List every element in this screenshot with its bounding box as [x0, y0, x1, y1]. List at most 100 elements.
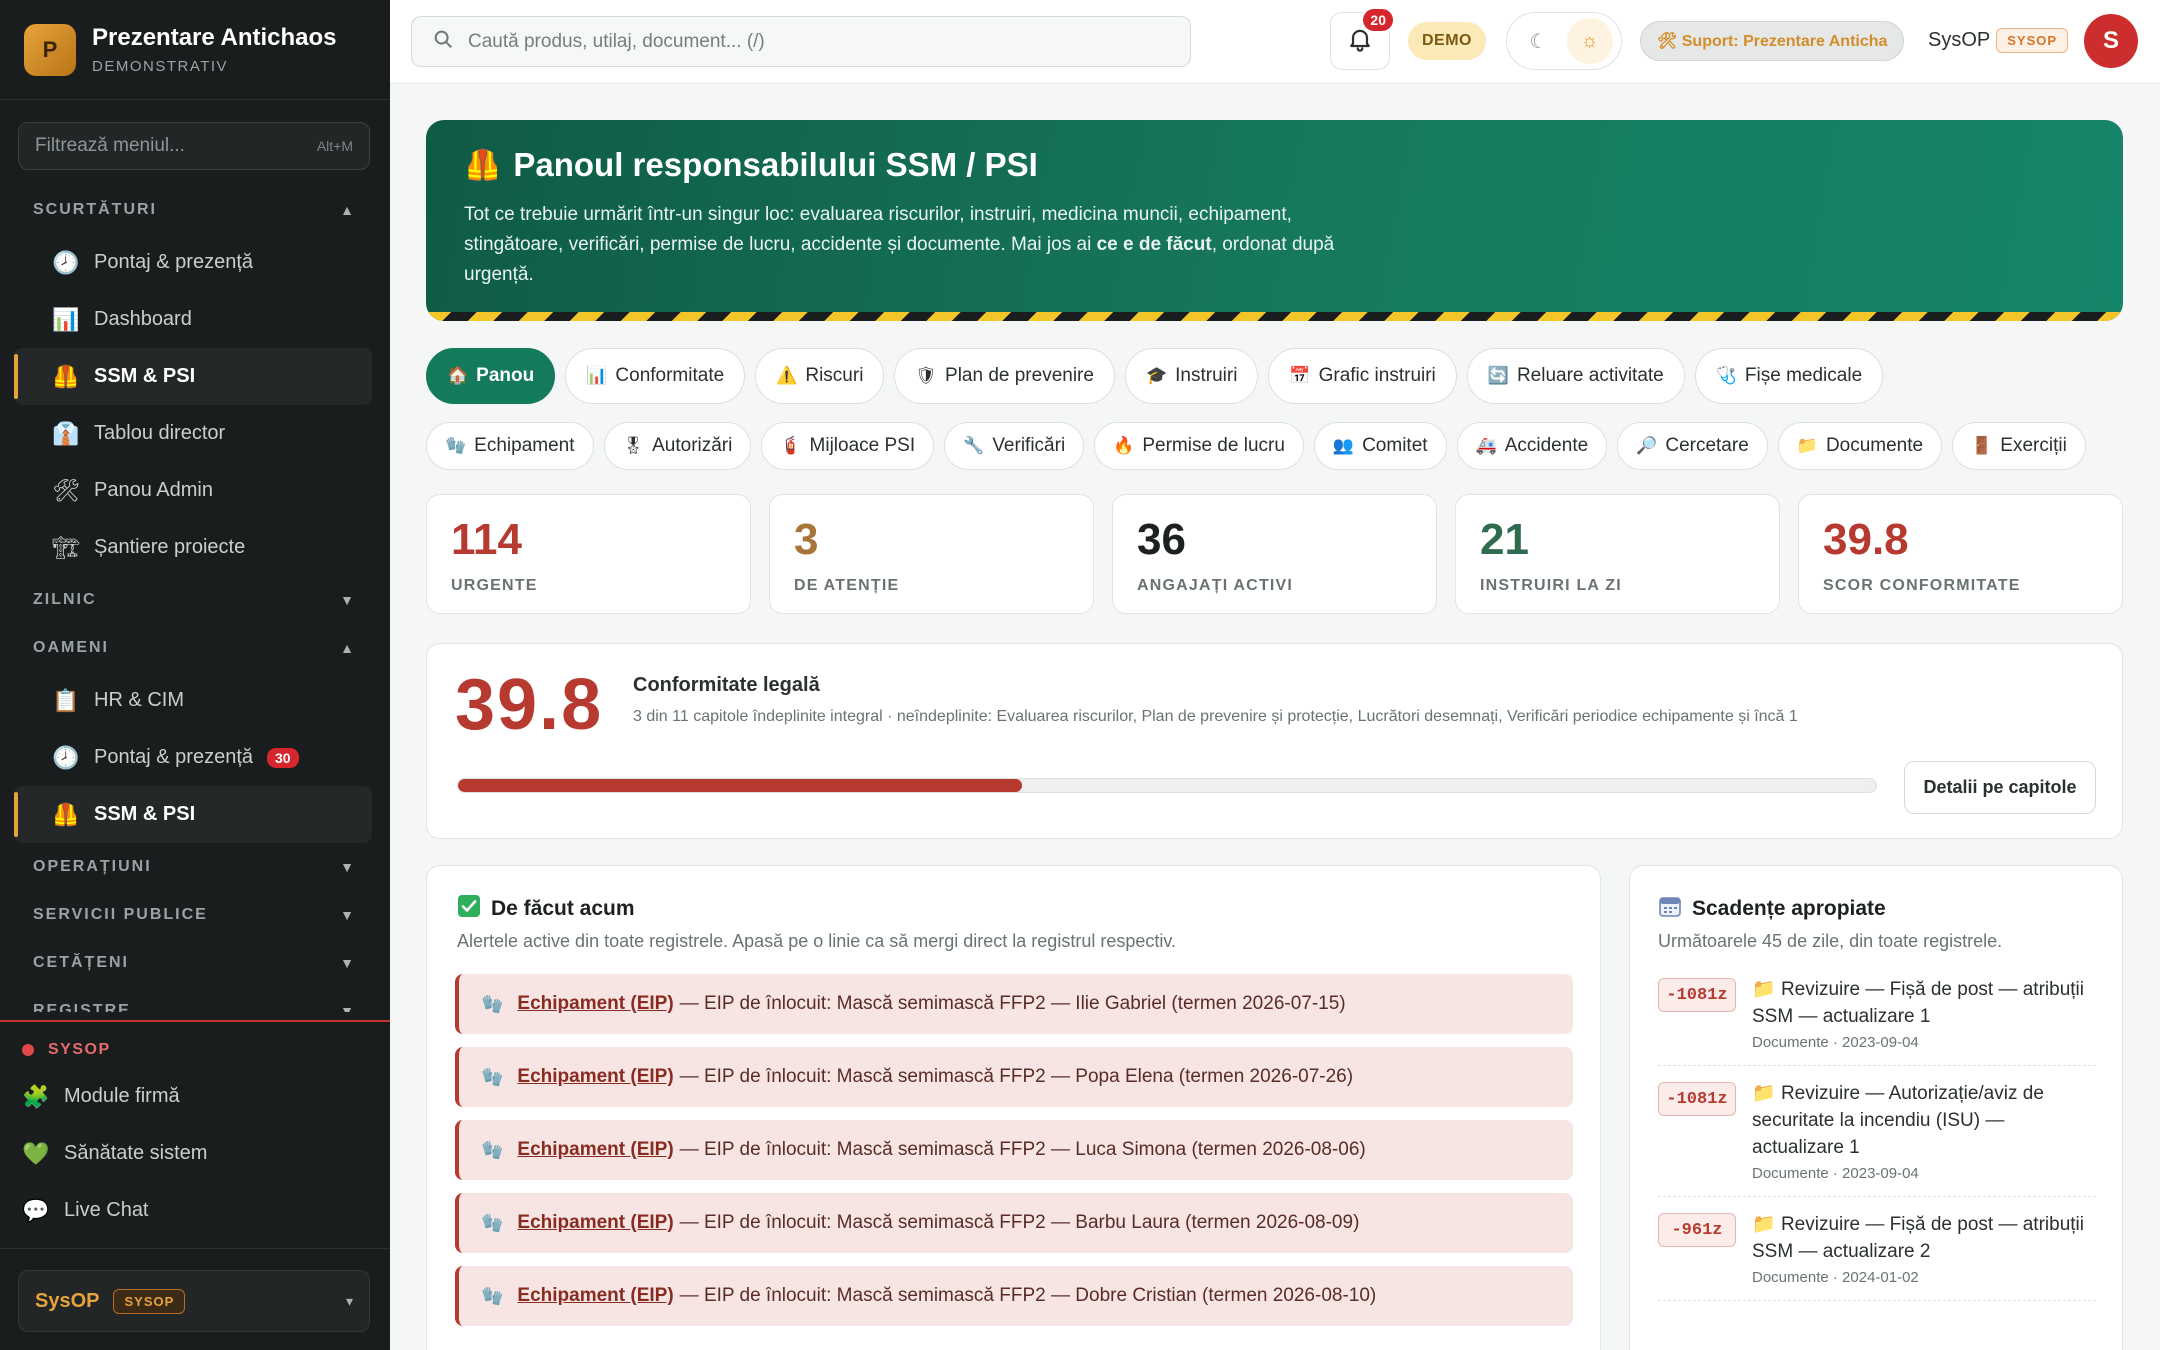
brand[interactable]: P Prezentare Antichaos DEMONSTRATIV: [0, 0, 390, 100]
sidebar-menu: SCURTĂTURI ▲ 🕗 Pontaj & prezență 📊 Dashboard 🦺…: [0, 186, 390, 1012]
tab-plan-de-prevenire[interactable]: 🛡 Plan de prevenire: [894, 348, 1115, 404]
tab-label: Permise de lucru: [1142, 435, 1285, 456]
brand-name: Prezentare Antichaos: [92, 24, 337, 51]
tab-label: Fișe medicale: [1744, 365, 1863, 386]
stat-label: SCOR CONFORMITATE: [1823, 577, 2021, 594]
chevron-down-icon: ▼: [340, 859, 356, 875]
alert-text: — EIP de înlocuit: Mască semimască FFP2 …: [679, 1212, 1360, 1233]
demo-badge: DEMO: [1408, 22, 1486, 60]
sun-icon[interactable]: ☼: [1566, 18, 1613, 64]
tab-grafic-instruiri[interactable]: 📅 Grafic instruiri: [1268, 348, 1457, 404]
sidebar-section-3[interactable]: OPERAȚIUNI ▼: [0, 843, 390, 891]
sidebar-item[interactable]: 🛠 Panou Admin: [14, 462, 372, 519]
tab-cercetare[interactable]: 🔎 Cercetare: [1617, 422, 1768, 470]
sysop-title: SYSOP: [48, 1041, 111, 1058]
alert-row[interactable]: 🧤 Echipament (EIP) — EIP de înlocuit: Masc…: [455, 1047, 1573, 1107]
count-badge: 30: [267, 747, 299, 768]
sysop-item[interactable]: 💬 Live Chat: [0, 1182, 390, 1239]
sidebar-section-4[interactable]: SERVICII PUBLICE ▼: [0, 891, 390, 939]
stat-label: DE ATENȚIE: [794, 577, 900, 594]
glove-icon: 🧤: [481, 1285, 504, 1306]
chevron-up-icon: ▲: [340, 202, 356, 218]
tab-documente[interactable]: 📁 Documente: [1777, 422, 1943, 470]
sysop-item-label: Sănătate sistem: [64, 1142, 208, 1164]
alert-row[interactable]: 🧤 Echipament (EIP) — EIP de înlocuit: Masc…: [455, 974, 1573, 1034]
sidebar-item[interactable]: 🦺 SSM & PSI: [14, 786, 372, 843]
status-dot-icon: [22, 1044, 34, 1056]
search-input[interactable]: [468, 30, 1170, 53]
tab-riscuri[interactable]: ⚠️ Riscuri: [755, 348, 885, 404]
chapter-details-button[interactable]: Detalii pe capitole: [1904, 761, 2096, 814]
sysop-item[interactable]: 🧩 Module firmă: [0, 1068, 390, 1125]
tab-exerciții[interactable]: 🚪 Exerciții: [1952, 422, 2086, 470]
tab-verificări[interactable]: 🔧 Verificări: [944, 422, 1085, 470]
alert-row[interactable]: 🧤 Echipament (EIP) — EIP de înlocuit: Masc…: [455, 1193, 1573, 1253]
tab-comitet[interactable]: 👥 Comitet: [1313, 422, 1447, 470]
sidebar-item[interactable]: 🏗 Șantiere proiecte: [14, 519, 372, 576]
overdue-badge: -961z: [1658, 1213, 1736, 1247]
tab-instruiri[interactable]: 🎓 Instruiri: [1124, 348, 1259, 404]
hero-text-bold: ce e de făcut: [1096, 234, 1212, 255]
section-label: ZILNIC: [33, 591, 97, 608]
tab-panou[interactable]: 🏠 Panou: [426, 348, 556, 404]
deadline-list: -1081z 📁 Revizuire — Fișă de post — atrib…: [1658, 976, 2096, 1315]
tab-reluare-activitate[interactable]: 🔄 Reluare activitate: [1466, 348, 1685, 404]
tab-echipament[interactable]: 🧤 Echipament: [426, 422, 594, 470]
checkbox-icon: [457, 894, 481, 924]
sidebar-section-5[interactable]: CETĂȚENI ▼: [0, 939, 390, 987]
sidebar-item[interactable]: 🕗 Pontaj & prezență: [14, 234, 372, 291]
tab-fișe-medicale[interactable]: 🩺 Fișe medicale: [1694, 348, 1884, 404]
sidebar-item[interactable]: 📊 Dashboard: [14, 291, 372, 348]
top-role-badge: SYSOP: [1996, 28, 2069, 53]
alert-source-link[interactable]: Echipament (EIP): [517, 1066, 673, 1088]
tab-label: Accidente: [1504, 435, 1589, 456]
section-label: OAMENI: [33, 639, 109, 656]
alert-row[interactable]: 🧤 Echipament (EIP) — EIP de înlocuit: Masc…: [455, 1266, 1573, 1326]
tab-conformitate[interactable]: 📊 Conformitate: [565, 348, 746, 404]
sidebar-item[interactable]: 📋 HR & CIM: [14, 672, 372, 729]
avatar[interactable]: S: [2084, 14, 2138, 68]
deadline-item[interactable]: -961z 📁 Revizuire — Fișă de post — atribu…: [1658, 1211, 2096, 1301]
deadline-item[interactable]: -1081z 📁 Revizuire — Autorizație/aviz de …: [1658, 1080, 2096, 1197]
brand-logo: P: [24, 23, 76, 76]
moon-icon[interactable]: ☾: [1516, 18, 1562, 64]
tab-accidente[interactable]: 🚑 Accidente: [1456, 422, 1608, 470]
alert-source-link[interactable]: Echipament (EIP): [517, 1285, 673, 1307]
sidebar-item[interactable]: 🕗 Pontaj & prezență 30: [14, 729, 372, 786]
menu-filter[interactable]: Alt+M: [18, 122, 370, 170]
stat-card: 3 DE ATENȚIE: [769, 494, 1094, 614]
stat-value: 21: [1480, 515, 1529, 564]
sidebar-section-6[interactable]: REGISTRE ▼: [0, 987, 390, 1012]
sidebar-section-0[interactable]: SCURTĂTURI ▲: [0, 186, 390, 234]
deadline-meta: Documente · 2024-01-02: [1752, 1269, 1919, 1286]
menu-filter-input[interactable]: [35, 135, 317, 157]
sidebar-item[interactable]: 👔 Tablou director: [14, 405, 372, 462]
sysop-item[interactable]: 💚 Sănătate sistem: [0, 1125, 390, 1182]
stat-value: 114: [451, 515, 522, 564]
alert-source-link[interactable]: Echipament (EIP): [517, 1139, 673, 1161]
tab-permise-de-lucru[interactable]: 🔥 Permise de lucru: [1094, 422, 1304, 470]
section-tabs: 🏠 Panou 📊 Conformitate ⚠️ Riscuri 🛡 Plan de pre…: [426, 348, 2146, 488]
tab-mijloace-psi[interactable]: 🧯 Mijloace PSI: [761, 422, 935, 470]
theme-toggle[interactable]: ☾ ☼: [1506, 12, 1622, 70]
alert-source-link[interactable]: Echipament (EIP): [517, 993, 673, 1015]
alert-text: — EIP de înlocuit: Mască semimască FFP2 …: [679, 1139, 1366, 1160]
people-icon: 👥: [1332, 436, 1355, 455]
tab-label: Autorizări: [652, 435, 733, 456]
user-menu[interactable]: SysOP SYSOP ▾: [18, 1270, 370, 1332]
top-user[interactable]: SysOP SYSOP: [1928, 28, 2069, 53]
chevron-down-icon: ▼: [340, 1003, 356, 1012]
deadline-item[interactable]: -1081z 📁 Revizuire — Fișă de post — atrib…: [1658, 976, 2096, 1066]
folder-icon: 📁: [1796, 436, 1818, 455]
notifications-button[interactable]: 20: [1330, 7, 1395, 70]
sidebar-section-1[interactable]: ZILNIC ▼: [0, 576, 390, 624]
home-icon: 🏠: [447, 366, 469, 385]
sidebar-section-2[interactable]: OAMENI ▲: [0, 624, 390, 672]
global-search[interactable]: [411, 16, 1191, 67]
alert-source-link[interactable]: Echipament (EIP): [517, 1212, 673, 1234]
support-button[interactable]: 🛠 Suport: Prezentare Anticha: [1640, 21, 1905, 61]
section-label: SCURTĂTURI: [33, 201, 157, 218]
alert-row[interactable]: 🧤 Echipament (EIP) — EIP de înlocuit: Masc…: [455, 1120, 1573, 1180]
tab-autorizări[interactable]: 🎖 Autorizări: [603, 422, 752, 470]
sidebar-item[interactable]: 🦺 SSM & PSI: [14, 348, 372, 405]
